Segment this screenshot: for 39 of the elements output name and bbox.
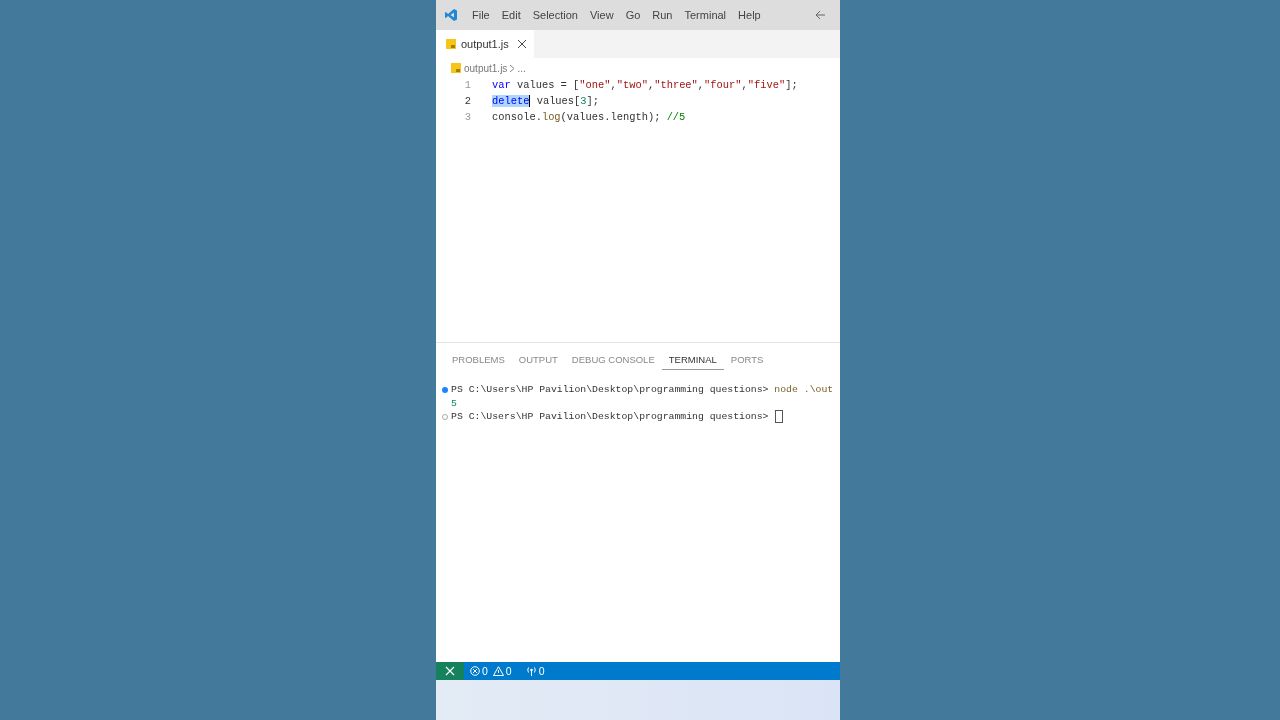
- panel-tab[interactable]: PROBLEMS: [445, 349, 512, 370]
- line-number: 3: [463, 111, 472, 123]
- line-number: 1: [463, 79, 472, 91]
- javascript-file-icon: [446, 39, 456, 49]
- code-line: var values = ["one","two","three","four","five"];: [492, 79, 798, 91]
- menu-item[interactable]: Terminal: [678, 4, 733, 26]
- error-count[interactable]: 0: [482, 665, 488, 677]
- error-icon: [470, 666, 480, 676]
- panel-tab[interactable]: DEBUG CONSOLE: [564, 349, 662, 370]
- panel-tab[interactable]: OUTPUT: [511, 349, 565, 370]
- remote-icon: [445, 666, 455, 676]
- menu-item[interactable]: Run: [646, 4, 679, 26]
- menu-item[interactable]: Go: [619, 4, 647, 26]
- panel-tab[interactable]: PORTS: [723, 349, 771, 370]
- chevron-icon: [510, 64, 515, 72]
- warning-icon: [492, 666, 504, 676]
- javascript-file-icon: [451, 63, 461, 73]
- antenna-icon: [525, 666, 537, 676]
- menu-item[interactable]: Edit: [495, 4, 527, 26]
- warning-count[interactable]: 0: [505, 665, 512, 677]
- back-arrow-icon[interactable]: [815, 10, 826, 20]
- breadcrumb-item[interactable]: ...: [517, 62, 526, 74]
- menu-item[interactable]: View: [583, 4, 620, 26]
- menu-item[interactable]: Selection: [526, 4, 584, 26]
- close-icon[interactable]: [517, 40, 526, 48]
- panel-tab[interactable]: TERMINAL: [661, 349, 724, 370]
- app-logo-icon[interactable]: [444, 8, 458, 22]
- terminal-output: 5: [451, 397, 457, 409]
- code-line: console.log(values.length); //5: [492, 111, 686, 123]
- remote-button[interactable]: [436, 662, 464, 680]
- line-number: 2: [463, 95, 472, 107]
- breadcrumb-item[interactable]: output1.js: [464, 62, 508, 74]
- menu-item[interactable]: Help: [732, 4, 767, 26]
- ports-count[interactable]: 0: [538, 665, 545, 677]
- terminal-line: PS C:\Users\HP Pavilion\Desktop\programming questions>: [451, 411, 770, 423]
- file-tab[interactable]: output1.js: [436, 30, 534, 58]
- terminal-line: PS C:\Users\HP Pavilion\Desktop\programming questions> node .\out: [451, 384, 834, 396]
- menu-item[interactable]: File: [466, 4, 496, 26]
- code-line: delete values[3];: [492, 95, 600, 107]
